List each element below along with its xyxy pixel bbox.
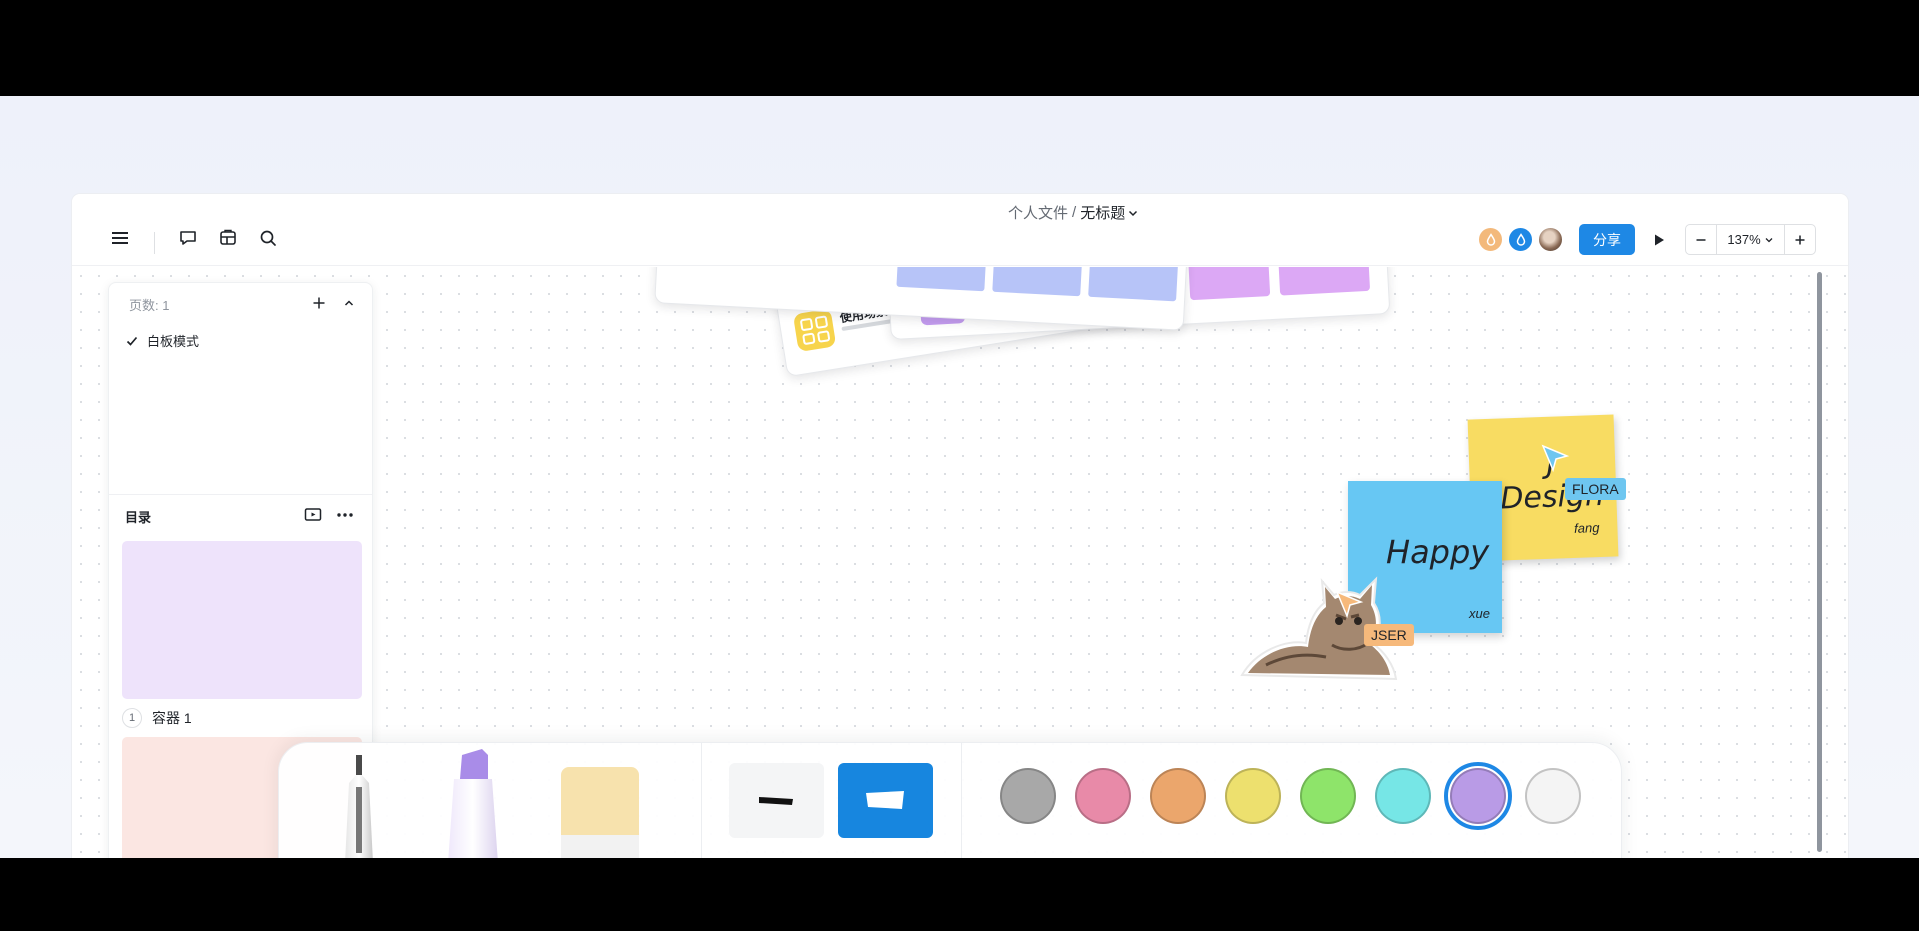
present-icon[interactable] xyxy=(299,501,327,529)
toolbar-divider xyxy=(154,232,155,254)
plus-icon xyxy=(1795,235,1805,244)
top-toolbar: 个人文件 / 无标题 分享 137% xyxy=(72,194,1848,266)
card-swatch xyxy=(1187,267,1271,301)
container-label[interactable]: 1 容器 1 xyxy=(122,708,192,728)
avatar[interactable] xyxy=(1477,226,1504,253)
container-index: 1 xyxy=(122,708,142,728)
pages-count: 页数: 1 xyxy=(129,298,170,313)
color-swatch-yellow[interactable] xyxy=(1225,768,1281,824)
card-swatch xyxy=(1088,267,1180,302)
doc-title: 无标题 xyxy=(1080,205,1126,222)
container-name: 容器 1 xyxy=(152,710,192,726)
zoom-level: 137% xyxy=(1727,232,1761,247)
breadcrumb-separator: / xyxy=(1072,204,1077,221)
color-swatch-green[interactable] xyxy=(1300,768,1356,824)
search-icon[interactable] xyxy=(254,224,282,252)
doc-title-dropdown[interactable]: 无标题 xyxy=(1080,202,1139,223)
card-swatch xyxy=(896,267,988,292)
vertical-scrollbar[interactable] xyxy=(1817,272,1822,852)
add-page-icon[interactable] xyxy=(305,289,333,317)
highlighter-tool[interactable] xyxy=(444,745,504,858)
chevron-down-icon xyxy=(1129,210,1138,216)
letterbox-bottom xyxy=(0,858,1919,931)
cursor-label: FLORA xyxy=(1565,478,1626,500)
collaborator-avatars xyxy=(1477,226,1564,253)
color-swatch-white[interactable] xyxy=(1525,768,1581,824)
avatar[interactable] xyxy=(1507,226,1534,253)
container-thumbnail[interactable] xyxy=(122,541,362,699)
minus-icon xyxy=(1696,238,1706,241)
pen-tool[interactable] xyxy=(339,753,379,858)
breadcrumb: 个人文件 / 无标题 xyxy=(1008,202,1139,223)
zoom-in-button[interactable] xyxy=(1785,225,1815,254)
breadcrumb-parent[interactable]: 个人文件 xyxy=(1008,202,1068,223)
cursor-arrow-icon xyxy=(1334,589,1364,624)
card-swatch xyxy=(992,267,1084,297)
share-button[interactable]: 分享 xyxy=(1579,224,1635,255)
avatar[interactable] xyxy=(1537,226,1564,253)
more-icon[interactable] xyxy=(331,501,359,529)
sticky-author: fang xyxy=(1573,520,1600,536)
present-play-icon[interactable] xyxy=(1645,226,1673,254)
drop-icon xyxy=(1486,232,1495,246)
page-item[interactable]: 白板模式 xyxy=(125,331,199,350)
drop-icon xyxy=(1516,232,1525,246)
check-icon xyxy=(126,336,138,346)
chevron-down-icon xyxy=(1765,237,1773,242)
cat-sticker[interactable] xyxy=(1236,555,1406,685)
color-swatch-pink[interactable] xyxy=(1075,768,1131,824)
letterbox-top xyxy=(0,0,1919,96)
cursor-arrow-icon xyxy=(1540,443,1570,478)
cursor-label: JSER xyxy=(1364,624,1414,646)
toolbar-divider xyxy=(961,743,962,858)
drawing-toolbar xyxy=(278,742,1622,858)
app-background: 个人文件 / 无标题 分享 137% 使用场景 Design fang Happ… xyxy=(0,96,1919,858)
card-swatch xyxy=(1277,267,1371,296)
color-swatch-gray[interactable] xyxy=(1000,768,1056,824)
toc-title: 目录 xyxy=(125,510,152,525)
zoom-level-dropdown[interactable]: 137% xyxy=(1716,225,1785,254)
color-swatch-purple[interactable] xyxy=(1444,762,1512,830)
sticky-author: xue xyxy=(1469,606,1490,621)
color-swatch-cyan[interactable] xyxy=(1375,768,1431,824)
template-icon[interactable] xyxy=(214,224,242,252)
eraser-tool[interactable] xyxy=(557,765,643,858)
chevron-up-icon[interactable] xyxy=(335,289,363,317)
sidebar-divider xyxy=(109,494,372,495)
color-swatch-orange[interactable] xyxy=(1150,768,1206,824)
grid-icon xyxy=(792,308,837,353)
zoom-out-button[interactable] xyxy=(1686,225,1716,254)
toolbar-divider xyxy=(701,743,702,858)
stroke-thick-option[interactable] xyxy=(838,763,933,838)
page-item-label: 白板模式 xyxy=(147,334,200,349)
comment-icon[interactable] xyxy=(174,224,202,252)
zoom-control: 137% xyxy=(1685,224,1816,255)
menu-icon[interactable] xyxy=(106,224,134,252)
stroke-thin-option[interactable] xyxy=(729,763,824,838)
